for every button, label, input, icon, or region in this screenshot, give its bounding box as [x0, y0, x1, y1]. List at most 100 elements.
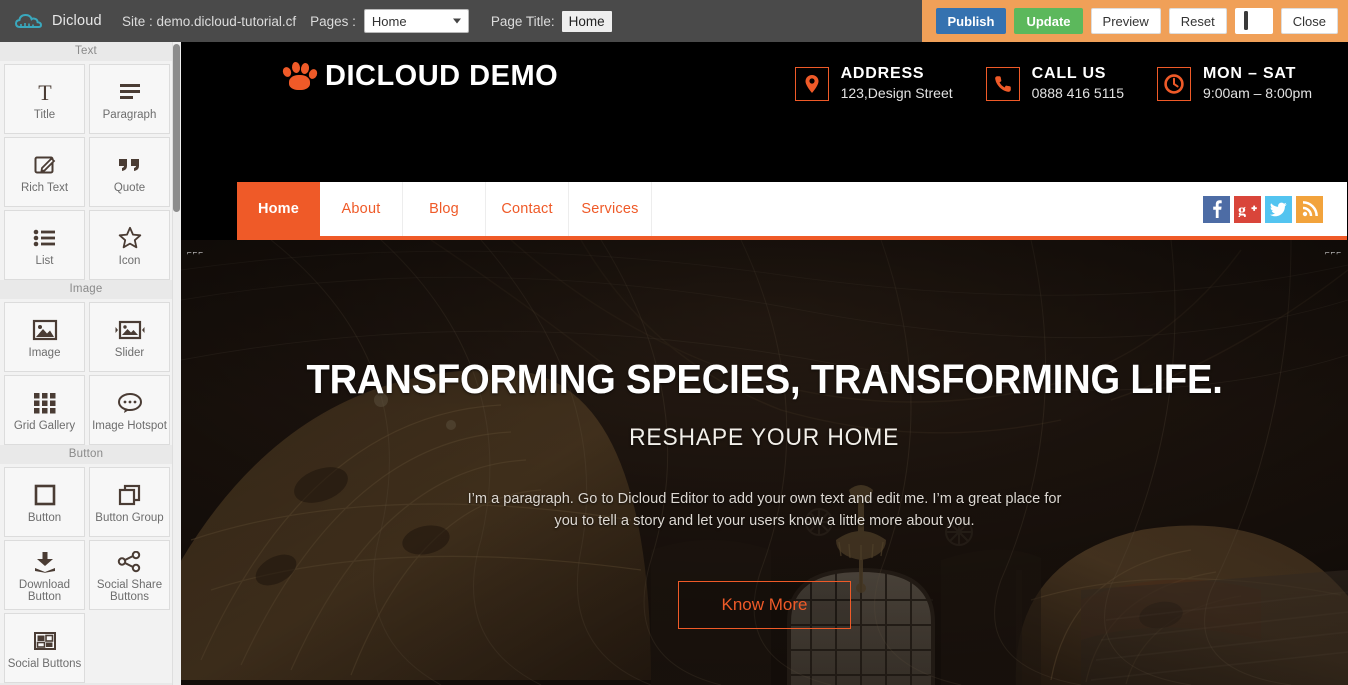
info-address-value: 123,Design Street [840, 85, 953, 101]
hero-section[interactable]: TRANSFORMING SPECIES, TRANSFORMING LIFE.… [181, 240, 1348, 685]
social-grid-icon [33, 626, 57, 656]
svg-text:T: T [38, 80, 52, 104]
slider-arrows-icon [115, 315, 145, 345]
google-plus-icon[interactable]: g [1234, 195, 1261, 223]
info-address-title: ADDRESS [840, 65, 925, 82]
paw-print-icon [281, 61, 319, 92]
widget-button-group-label: Button Group [95, 511, 164, 524]
toolbar-left-group: Dicloud Site : demo.dicloud-tutorial.cf … [0, 9, 612, 33]
page-title-label: Page Title: [490, 13, 555, 29]
quote-marks-icon [117, 150, 143, 180]
widget-paragraph-label: Paragraph [102, 108, 157, 121]
widget-button[interactable]: Button [4, 467, 85, 537]
widget-list[interactable]: List [4, 210, 85, 280]
info-hours-title: MON – SAT [1203, 65, 1297, 82]
widget-list-label: List [35, 254, 54, 267]
bullet-list-icon [33, 223, 57, 253]
sidebar-group-text: T Title Paragraph Rich Text Quote List I… [0, 61, 172, 280]
widget-image-label: Image [28, 346, 61, 359]
widget-social-share-buttons[interactable]: Social Share Buttons [89, 540, 170, 610]
hero-title: TRANSFORMING SPECIES, TRANSFORMING LIFE. [306, 356, 1223, 402]
sidebar-group-button: Button Button Group Download Button Soci… [0, 464, 172, 683]
desktop-monitor-icon [1244, 11, 1263, 30]
star-icon [118, 223, 142, 253]
phone-icon [985, 67, 1020, 101]
nav-social-icons: g [1203, 182, 1347, 236]
widget-image-hotspot[interactable]: Image Hotspot [89, 375, 170, 445]
widget-rich-text[interactable]: Rich Text [4, 137, 85, 207]
title-T-icon: T [33, 77, 57, 107]
widget-icon[interactable]: Icon [89, 210, 170, 280]
widget-button-group[interactable]: Button Group [89, 467, 170, 537]
widget-button-label: Button [27, 511, 62, 524]
page-title-input[interactable]: Home [561, 10, 612, 32]
widget-grid-gallery[interactable]: Grid Gallery [4, 375, 85, 445]
update-button[interactable]: Update [1014, 8, 1083, 34]
widget-social-buttons[interactable]: Social Buttons [4, 613, 85, 683]
preview-button[interactable]: Preview [1090, 8, 1161, 34]
chevron-down-icon [452, 18, 461, 24]
map-pin-icon [794, 67, 829, 101]
toolbar-action-group: Publish Update Preview Reset Close [921, 0, 1348, 42]
site-header: DICLOUD DEMO ADDRESS 123,Design Street C… [181, 42, 1348, 152]
nav-item-about[interactable]: About [320, 182, 403, 236]
know-more-button[interactable]: Know More [678, 581, 851, 629]
svg-text:g: g [1238, 202, 1246, 217]
hero-resize-handle-top-left[interactable]: ⌐⌐⌐ [187, 248, 204, 257]
nav-item-contact[interactable]: Contact [486, 182, 569, 236]
widget-slider[interactable]: Slider [89, 302, 170, 372]
cloud-icon [14, 12, 44, 30]
widget-image-hotspot-label: Image Hotspot [92, 419, 167, 432]
speech-bubble-dots-icon [117, 388, 143, 418]
grid-squares-icon [33, 388, 57, 418]
widget-quote-label: Quote [113, 181, 146, 194]
facebook-icon[interactable] [1203, 195, 1230, 223]
info-hours: MON – SAT 9:00am – 8:00pm [1157, 64, 1312, 103]
widget-icon-label: Icon [118, 254, 141, 267]
site-url-label: Site : demo.dicloud-tutorial.cf [122, 13, 297, 29]
pages-dropdown[interactable]: Home [363, 9, 469, 33]
widget-quote[interactable]: Quote [89, 137, 170, 207]
widget-title[interactable]: T Title [4, 64, 85, 134]
widget-paragraph[interactable]: Paragraph [89, 64, 170, 134]
info-call-us: CALL US 0888 416 5115 [985, 64, 1125, 103]
widget-download-button[interactable]: Download Button [4, 540, 85, 610]
site-canvas[interactable]: DICLOUD DEMO ADDRESS 123,Design Street C… [181, 42, 1348, 685]
publish-button[interactable]: Publish [935, 8, 1007, 34]
nav-item-home[interactable]: Home [237, 182, 320, 236]
paragraph-lines-icon [118, 77, 142, 107]
sidebar-section-image: Image [0, 280, 172, 299]
clock-icon [1157, 67, 1192, 101]
widget-sidebar[interactable]: Text T Title Paragraph Rich Text Quote L… [0, 42, 180, 685]
sidebar-section-button: Button [0, 445, 172, 464]
nav-item-services[interactable]: Services [569, 182, 652, 236]
hero-resize-handle-top-right[interactable]: ⌐⌐⌐ [1325, 248, 1342, 257]
widget-slider-label: Slider [114, 346, 145, 359]
info-address: ADDRESS 123,Design Street [794, 64, 953, 103]
pages-dropdown-value: Home [371, 13, 407, 29]
square-outline-icon [34, 480, 56, 510]
widget-image[interactable]: Image [4, 302, 85, 372]
desktop-view-button[interactable] [1234, 8, 1273, 34]
picture-icon [32, 315, 58, 345]
hero-content: TRANSFORMING SPECIES, TRANSFORMING LIFE.… [181, 240, 1348, 685]
close-button[interactable]: Close [1280, 8, 1338, 34]
widget-rich-text-label: Rich Text [20, 181, 69, 194]
reset-button[interactable]: Reset [1168, 8, 1227, 34]
app-brand: Dicloud [0, 12, 110, 30]
twitter-icon[interactable] [1265, 195, 1292, 223]
widget-social-buttons-label: Social Buttons [7, 657, 82, 670]
info-call-us-title: CALL US [1031, 65, 1107, 82]
pencil-edit-icon [33, 150, 57, 180]
sidebar-scrollbar-thumb[interactable] [173, 44, 180, 212]
nav-item-blog[interactable]: Blog [403, 182, 486, 236]
header-info-row: ADDRESS 123,Design Street CALL US 0888 4… [762, 64, 1312, 103]
rss-icon[interactable] [1296, 195, 1323, 223]
hero-subtitle: RESHAPE YOUR HOME [629, 424, 900, 451]
info-call-us-value: 0888 416 5115 [1031, 85, 1125, 101]
widget-download-button-label: Download Button [18, 578, 71, 604]
site-logo[interactable]: DICLOUD DEMO [281, 60, 558, 93]
widget-title-label: Title [33, 108, 56, 121]
site-navigation: Home About Blog Contact Services g [237, 182, 1347, 240]
